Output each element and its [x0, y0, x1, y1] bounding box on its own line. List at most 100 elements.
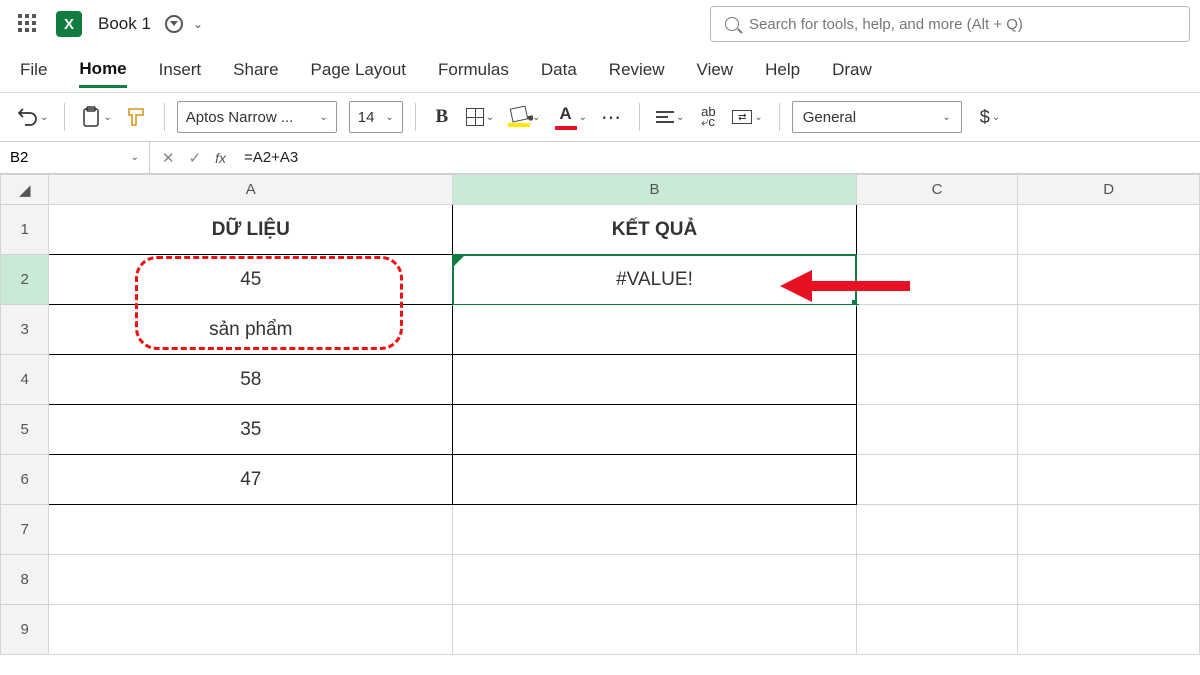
borders-button[interactable]: ⌄ [462, 100, 498, 134]
name-box-value: B2 [10, 149, 28, 166]
number-format-select[interactable]: General ⌄ [792, 101, 962, 133]
formula-bar-buttons: ✕ ✓ fx [150, 149, 238, 167]
undo-button[interactable]: ⌄ [14, 100, 52, 134]
row-header-9[interactable]: 9 [1, 605, 49, 655]
tab-home[interactable]: Home [79, 53, 126, 88]
row-header-4[interactable]: 4 [1, 355, 49, 405]
font-size-select[interactable]: 14 ⌄ [349, 101, 403, 133]
autosave-icon[interactable] [165, 15, 183, 33]
row-header-6[interactable]: 6 [1, 455, 49, 505]
col-header-A[interactable]: A [49, 175, 453, 205]
tab-view[interactable]: View [697, 54, 734, 86]
ellipsis-icon: ⋯ [601, 105, 623, 130]
cell-D6[interactable] [1018, 455, 1200, 505]
cell-C6[interactable] [856, 455, 1017, 505]
cell-C7[interactable] [856, 505, 1017, 555]
cell-C1[interactable] [856, 205, 1017, 255]
cell-D3[interactable] [1018, 305, 1200, 355]
cell-B6[interactable] [453, 455, 857, 505]
cell-A9[interactable] [49, 605, 453, 655]
row-header-5[interactable]: 5 [1, 405, 49, 455]
font-name-value: Aptos Narrow ... [186, 109, 294, 126]
row-header-2[interactable]: 2 [1, 255, 49, 305]
row-header-7[interactable]: 7 [1, 505, 49, 555]
tab-file[interactable]: File [20, 54, 47, 86]
search-input[interactable]: Search for tools, help, and more (Alt + … [710, 6, 1190, 42]
more-font-button[interactable]: ⋯ [597, 100, 627, 134]
search-icon [725, 17, 739, 31]
tab-help[interactable]: Help [765, 54, 800, 86]
separator [639, 103, 640, 131]
tab-review[interactable]: Review [609, 54, 665, 86]
chevron-down-icon: ⌄ [942, 112, 950, 123]
cell-C5[interactable] [856, 405, 1017, 455]
tab-data[interactable]: Data [541, 54, 577, 86]
cell-D9[interactable] [1018, 605, 1200, 655]
cell-B1[interactable]: KẾT QUẢ [453, 205, 857, 255]
currency-button[interactable]: $ ⌄ [976, 100, 1004, 134]
fill-color-button[interactable]: ⌄ [504, 100, 544, 134]
cell-A8[interactable] [49, 555, 453, 605]
align-button[interactable]: ⌄ [652, 100, 688, 134]
tab-draw[interactable]: Draw [832, 54, 872, 86]
tab-insert[interactable]: Insert [159, 54, 202, 86]
dollar-icon: $ [980, 107, 990, 128]
app-launcher-icon[interactable] [18, 14, 38, 34]
cancel-icon[interactable]: ✕ [162, 149, 175, 167]
cell-A1[interactable]: DỮ LIỆU [49, 205, 453, 255]
cell-A6[interactable]: 47 [49, 455, 453, 505]
row-header-8[interactable]: 8 [1, 555, 49, 605]
cell-D4[interactable] [1018, 355, 1200, 405]
formula-input[interactable]: =A2+A3 [238, 149, 1200, 166]
col-header-D[interactable]: D [1018, 175, 1200, 205]
cell-A5[interactable]: 35 [49, 405, 453, 455]
cell-A7[interactable] [49, 505, 453, 555]
workbook-title[interactable]: Book 1 [98, 14, 151, 34]
tab-page-layout[interactable]: Page Layout [311, 54, 406, 86]
name-box[interactable]: B2 ⌄ [0, 142, 150, 173]
cell-A2[interactable]: 45 [49, 255, 453, 305]
tab-share[interactable]: Share [233, 54, 278, 86]
cell-D1[interactable] [1018, 205, 1200, 255]
title-chevron-icon[interactable]: ⌄ [193, 17, 203, 31]
bold-button[interactable]: B [428, 100, 456, 134]
cell-D8[interactable] [1018, 555, 1200, 605]
cell-C9[interactable] [856, 605, 1017, 655]
cell-D5[interactable] [1018, 405, 1200, 455]
chevron-down-icon: ⌄ [103, 112, 111, 123]
cell-A4[interactable]: 58 [49, 355, 453, 405]
chevron-down-icon: ⌄ [385, 112, 393, 123]
cell-C2[interactable] [856, 255, 1017, 305]
col-header-C[interactable]: C [856, 175, 1017, 205]
paste-button[interactable]: ⌄ [77, 100, 115, 134]
select-all-corner[interactable]: ◢ [1, 175, 49, 205]
cell-C8[interactable] [856, 555, 1017, 605]
cell-B9[interactable] [453, 605, 857, 655]
cell-B7[interactable] [453, 505, 857, 555]
wrap-text-button[interactable]: ab⤶c [694, 100, 722, 134]
font-color-button[interactable]: A ⌄ [551, 100, 591, 134]
cell-B5[interactable] [453, 405, 857, 455]
cell-A3[interactable]: sản phẩm [49, 305, 453, 355]
chevron-down-icon: ⌄ [676, 112, 684, 123]
chevron-down-icon: ⌄ [131, 152, 139, 163]
font-name-select[interactable]: Aptos Narrow ... ⌄ [177, 101, 337, 133]
cell-B8[interactable] [453, 555, 857, 605]
cell-B3[interactable] [453, 305, 857, 355]
format-painter-button[interactable] [122, 100, 152, 134]
row-header-3[interactable]: 3 [1, 305, 49, 355]
row-header-1[interactable]: 1 [1, 205, 49, 255]
chevron-down-icon: ⌄ [532, 112, 540, 123]
cell-B4[interactable] [453, 355, 857, 405]
cell-D2[interactable] [1018, 255, 1200, 305]
cell-C4[interactable] [856, 355, 1017, 405]
toolbar: ⌄ ⌄ Aptos Narrow ... ⌄ 14 ⌄ B ⌄ ⌄ A ⌄ ⋯ … [0, 92, 1200, 142]
fx-icon[interactable]: fx [215, 150, 226, 166]
col-header-B[interactable]: B [453, 175, 857, 205]
enter-icon[interactable]: ✓ [189, 149, 202, 167]
tab-formulas[interactable]: Formulas [438, 54, 509, 86]
cell-D7[interactable] [1018, 505, 1200, 555]
cell-C3[interactable] [856, 305, 1017, 355]
cell-B2[interactable]: #VALUE! [453, 255, 857, 305]
merge-button[interactable]: ⇄ ⌄ [728, 100, 766, 134]
